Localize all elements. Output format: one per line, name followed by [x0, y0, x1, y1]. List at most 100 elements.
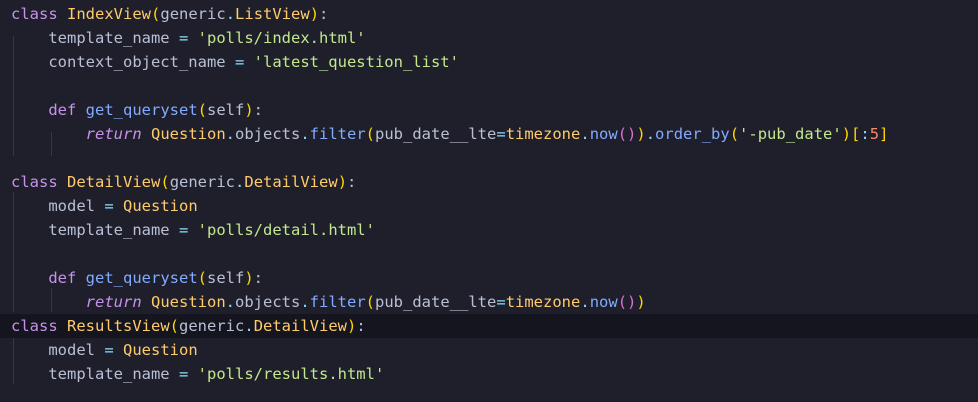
code-token: objects	[235, 293, 301, 311]
code-token: objects	[235, 125, 301, 143]
code-token: (	[160, 173, 170, 191]
code-token: now	[589, 125, 618, 143]
code-token: =	[178, 365, 189, 383]
code-token: ()	[617, 125, 637, 143]
code-token: (	[197, 269, 207, 287]
code-token: =	[496, 125, 506, 143]
code-token: Question	[151, 125, 226, 143]
code-editor[interactable]: class IndexView(generic.ListView): templ…	[0, 0, 978, 402]
code-token: model	[11, 197, 105, 215]
code-token: class	[11, 5, 58, 23]
code-line[interactable]: template_name = 'polls/index.html'	[0, 26, 978, 50]
code-token: generic	[160, 5, 226, 23]
code-line[interactable]: def get_queryset(self):	[0, 98, 978, 122]
code-token: return	[85, 125, 142, 143]
code-token: ]	[879, 125, 889, 143]
code-line[interactable]: def get_queryset(self):	[0, 266, 978, 290]
code-line[interactable]: class ResultsView(generic.DetailView):	[0, 314, 978, 338]
code-token: .	[300, 125, 310, 143]
code-token: (	[169, 317, 180, 335]
code-token: get_queryset	[85, 269, 198, 287]
code-token: def	[48, 101, 77, 119]
code-token: template_name	[11, 29, 179, 47]
code-token: '-pub_date'	[739, 125, 842, 143]
code-token: :	[253, 101, 264, 119]
code-line[interactable]	[0, 146, 978, 170]
code-line[interactable]: class DetailView(generic.DetailView):	[0, 170, 978, 194]
code-token: )	[347, 317, 357, 335]
code-token: def	[48, 269, 77, 287]
code-token: =	[234, 53, 245, 71]
code-token: timezone	[505, 125, 581, 143]
code-token: 'polls/results.html'	[197, 365, 385, 383]
code-token: pub_date__lte	[375, 293, 497, 311]
code-token: =	[104, 197, 114, 215]
code-token: model	[11, 341, 105, 359]
code-token: =	[496, 293, 506, 311]
code-token: :	[860, 125, 870, 143]
code-token: :	[356, 317, 366, 335]
code-token: (	[365, 293, 376, 311]
code-line[interactable]	[0, 74, 978, 98]
code-token: 'polls/index.html'	[197, 29, 366, 47]
code-token: Question	[123, 341, 198, 359]
code-token: )	[636, 293, 646, 311]
code-token: DetailView	[244, 173, 338, 191]
code-line[interactable]: template_name = 'polls/detail.html'	[0, 218, 978, 242]
code-token: 'latest_question_list'	[253, 53, 459, 71]
code-token: Question	[123, 197, 198, 215]
code-token: )	[841, 125, 852, 143]
code-token: self	[207, 269, 245, 287]
code-line[interactable]: return Question.objects.filter(pub_date_…	[0, 122, 978, 146]
code-line[interactable]: template_name = 'polls/results.html'	[0, 362, 978, 386]
code-token: (	[729, 125, 740, 143]
code-token: filter	[309, 125, 366, 143]
code-line[interactable]: class IndexView(generic.ListView):	[0, 2, 978, 26]
code-token: order_by	[655, 125, 730, 143]
code-token: )	[244, 269, 254, 287]
code-line[interactable]: return Question.objects.filter(pub_date_…	[0, 290, 978, 314]
code-token: ListView	[235, 5, 310, 23]
code-token: get_queryset	[85, 101, 198, 119]
code-token: )	[244, 101, 254, 119]
code-token: .	[580, 125, 590, 143]
code-line[interactable]: model = Question	[0, 194, 978, 218]
code-token: .	[645, 125, 656, 143]
code-token: pub_date__lte	[375, 125, 497, 143]
code-token: =	[178, 29, 189, 47]
code-token: now	[589, 293, 618, 311]
code-token: self	[207, 101, 245, 119]
code-token: .	[225, 293, 235, 311]
code-token: context_object_name	[11, 53, 235, 71]
code-token: .	[225, 5, 236, 23]
code-token: template_name	[11, 365, 179, 383]
code-line[interactable]: model = Question	[0, 338, 978, 362]
code-token: 'polls/detail.html'	[197, 221, 375, 239]
code-token: timezone	[505, 293, 581, 311]
code-token: =	[178, 221, 189, 239]
code-token: (	[197, 101, 207, 119]
code-token: (	[151, 5, 161, 23]
code-token: Question	[151, 293, 226, 311]
code-token: )	[636, 125, 646, 143]
code-line[interactable]	[0, 242, 978, 266]
code-token: template_name	[11, 221, 179, 239]
code-token: IndexView	[67, 5, 152, 23]
code-token: (	[365, 125, 376, 143]
code-line[interactable]: context_object_name = 'latest_question_l…	[0, 50, 978, 74]
code-token: .	[235, 173, 245, 191]
code-token: .	[244, 317, 254, 335]
